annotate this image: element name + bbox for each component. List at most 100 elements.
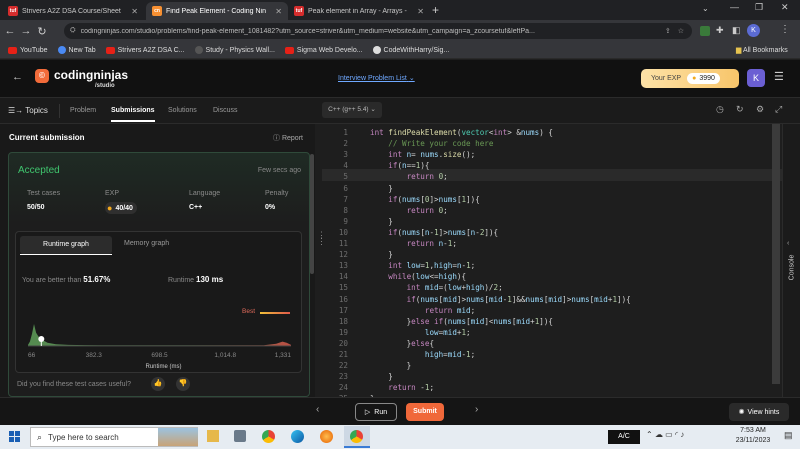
windows-start-icon[interactable] (9, 431, 20, 442)
taskbar-active-app[interactable] (344, 426, 370, 448)
settings-gear-icon[interactable]: ⚙ (756, 104, 764, 115)
back-arrow-icon[interactable]: ← (2, 25, 18, 37)
bookmark-youtube[interactable]: YouTube (8, 46, 48, 54)
code-line[interactable]: return -1; (370, 382, 434, 393)
run-button[interactable]: ▷ Run (355, 403, 397, 421)
restore-window-icon[interactable]: ❐ (755, 2, 763, 13)
share-icon[interactable]: ⇪ (665, 27, 671, 35)
new-tab-plus-icon[interactable]: + (432, 3, 439, 17)
view-hints-button[interactable]: ✺ View hints (729, 403, 789, 421)
code-line[interactable]: } (370, 371, 393, 382)
code-line[interactable]: } (370, 249, 393, 260)
code-line[interactable]: int n= nums.size(); (370, 149, 475, 160)
puzzle-extensions-icon[interactable]: ✚ (716, 25, 724, 36)
user-avatar[interactable]: K (747, 69, 765, 87)
thumbs-up-icon[interactable]: 👍 (151, 377, 165, 391)
code-line[interactable]: } (370, 183, 393, 194)
code-line[interactable]: if(n==1){ (370, 160, 429, 171)
bookmark-sigma[interactable]: Sigma Web Develo... (284, 46, 363, 54)
previous-problem-icon[interactable]: ‹ (316, 404, 319, 415)
line-number: 15 (338, 283, 348, 293)
active-tab-underline (20, 254, 112, 255)
console-sidebar[interactable]: ‹ Console (782, 124, 800, 397)
tab-solutions[interactable]: Solutions (168, 104, 197, 118)
line-number: 20 (338, 338, 348, 348)
tab-runtime-graph[interactable]: Runtime graph (20, 236, 112, 254)
close-tab-icon[interactable]: ✕ (417, 7, 424, 16)
hamburger-menu-icon[interactable]: ☰ (774, 70, 784, 83)
your-runtime-marker[interactable] (38, 335, 45, 342)
reload-icon[interactable]: ↻ (34, 25, 50, 38)
line-number: 7 (343, 194, 348, 204)
camera-app-icon[interactable] (234, 430, 246, 442)
code-line[interactable]: } (370, 360, 412, 371)
browser-tab-strip: tuf Strivers A2Z DSA Course/Sheet ✕ cn F… (0, 0, 800, 20)
code-line[interactable]: }else{ (370, 338, 434, 349)
code-line[interactable]: if(nums[mid]>nums[mid-1]&&nums[mid]>nums… (370, 294, 631, 305)
code-line[interactable]: } (370, 216, 393, 227)
tab-submissions[interactable]: Submissions (111, 104, 155, 118)
side-panel-icon[interactable]: ◧ (732, 25, 741, 36)
clock[interactable]: 7:53 AM 23/11/2023 (731, 426, 775, 446)
minimize-window-icon[interactable]: — (730, 2, 739, 12)
close-window-icon[interactable]: ✕ (781, 2, 789, 13)
code-line[interactable]: int low=1,high=n-1; (370, 260, 475, 271)
back-arrow-icon[interactable]: ← (12, 71, 23, 83)
notifications-icon[interactable]: ▤ (784, 430, 793, 441)
file-explorer-icon[interactable] (207, 430, 219, 442)
interview-problem-list-link[interactable]: Interview Problem List ⌄ (338, 74, 415, 82)
profile-avatar[interactable]: K (747, 24, 760, 37)
bookmark-star-icon[interactable]: ☆ (678, 27, 684, 35)
extension-icon[interactable] (700, 26, 710, 36)
tab-search-chevron-icon[interactable]: ⌄ (702, 4, 709, 13)
language-select[interactable]: C++ (g++ 5.4) ⌄ (322, 102, 382, 118)
close-tab-icon[interactable]: ✕ (131, 7, 138, 16)
report-button[interactable]: ⓘ Report (273, 133, 303, 143)
close-tab-icon[interactable]: ✕ (275, 7, 282, 16)
browser-tab-active[interactable]: cn Find Peak Element - Coding Nin ✕ (146, 2, 288, 20)
fullscreen-icon[interactable]: ⤢ (775, 104, 782, 115)
site-info-icon[interactable]: ⛭ (70, 27, 76, 35)
thumbs-down-icon[interactable]: 👎 (176, 377, 190, 391)
reset-code-icon[interactable]: ↻ (736, 104, 744, 115)
code-line[interactable]: return n-1; (370, 238, 457, 249)
code-line[interactable]: if(nums[n-1]>nums[n-2]){ (370, 227, 498, 238)
bookmark-codewithharry[interactable]: CodeWithHarry/Sig... (372, 46, 449, 54)
browser-tab[interactable]: tuf Peak element in Array - Arrays - ✕ (288, 2, 430, 20)
address-bar[interactable]: ⛭ codingninjas.com/studio/problems/find-… (64, 23, 692, 39)
tab-discuss[interactable]: Discuss (213, 104, 238, 118)
bookmark-new-tab[interactable]: New Tab (57, 46, 96, 54)
exp-badge[interactable]: Your EXP ● 3990 (641, 69, 739, 88)
code-line[interactable]: }else if(nums[mid]<nums[mid+1]){ (370, 316, 553, 327)
bookmark-strivers[interactable]: Strivers A2Z DSA C... (105, 46, 185, 54)
code-line[interactable]: return 0; (370, 171, 448, 182)
code-line[interactable]: return mid; (370, 305, 475, 316)
tab-problem[interactable]: Problem (70, 104, 96, 118)
code-line[interactable]: low=mid+1; (370, 327, 471, 338)
code-line[interactable]: int findPeakElement(vector<int> &nums) { (370, 127, 553, 138)
tray-icons[interactable]: ⌃ ☁ ▭ ◜ ♪ (646, 430, 684, 439)
submit-button[interactable]: Submit (406, 403, 444, 421)
code-line[interactable]: high=mid-1; (370, 349, 475, 360)
code-line[interactable]: while(low<=high){ (370, 271, 466, 282)
code-line[interactable]: return 0; (370, 205, 448, 216)
all-bookmarks[interactable]: ▆ All Bookmarks (736, 46, 788, 54)
firefox-icon[interactable] (320, 430, 333, 443)
browser-menu-icon[interactable]: ⋮ (780, 24, 790, 35)
bookmark-study[interactable]: Study - Physics Wall... (194, 46, 275, 54)
editor-scrollbar[interactable] (772, 124, 780, 384)
browser-tab[interactable]: tuf Strivers A2Z DSA Course/Sheet ✕ (2, 2, 144, 20)
panel-scrollbar[interactable] (310, 154, 314, 274)
edge-icon[interactable] (291, 430, 304, 443)
topics-toggle[interactable]: ☰→ Topics (8, 104, 48, 118)
forward-arrow-icon[interactable]: → (18, 25, 34, 37)
ac-status[interactable]: A/C (608, 430, 640, 444)
chrome-icon[interactable] (262, 430, 275, 443)
timer-icon[interactable]: ◷ (716, 104, 724, 115)
tab-memory-graph[interactable]: Memory graph (124, 240, 169, 247)
code-line[interactable]: // Write your code here (370, 138, 493, 149)
code-line[interactable]: int mid=(low+high)/2; (370, 282, 503, 293)
next-problem-icon[interactable]: › (475, 404, 478, 415)
code-editor[interactable]: 1 int findPeakElement(vector<int> &nums) … (322, 124, 782, 397)
code-line[interactable]: if(nums[0]>nums[1]){ (370, 194, 480, 205)
